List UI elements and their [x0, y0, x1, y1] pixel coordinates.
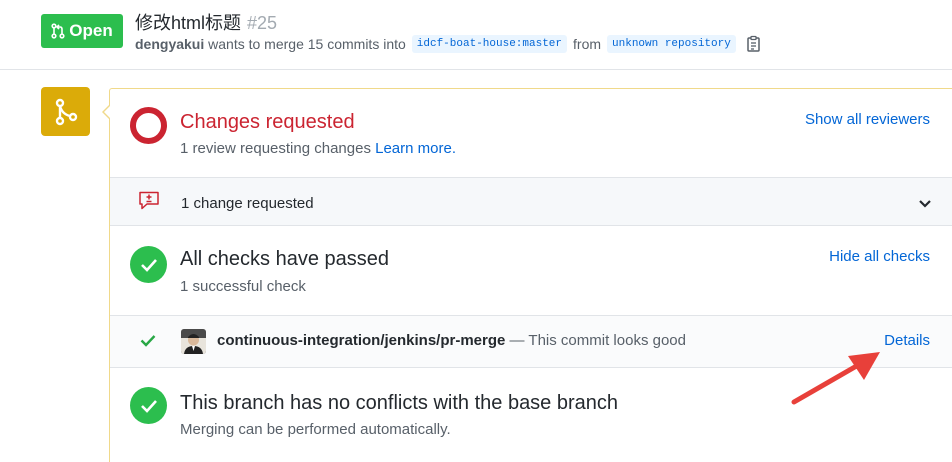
merge-status-icon — [41, 87, 90, 136]
head-branch[interactable]: unknown repository — [607, 35, 736, 53]
pr-header: Open 修改html标题 #25 dengyakui wants to merg… — [0, 0, 952, 70]
conflicts-title: This branch has no conflicts with the ba… — [180, 392, 619, 414]
annotation-arrow-icon — [791, 352, 880, 405]
from-text: from — [573, 36, 602, 52]
check-description: continuous-integration/jenkins/pr-merge … — [217, 332, 686, 349]
review-status-title: Changes requested — [180, 111, 355, 133]
pr-author-link[interactable]: dengyakui — [135, 36, 204, 52]
check-details-link[interactable]: Details — [884, 332, 930, 349]
pr-title: 修改html标题 #25 — [135, 9, 277, 35]
changes-requested-icon — [130, 107, 167, 144]
check-name: continuous-integration/jenkins/pr-merge — [217, 332, 506, 349]
show-all-reviewers-link[interactable]: Show all reviewers — [805, 111, 930, 128]
review-status-subtitle: 1 review requesting changes Learn more. — [180, 140, 456, 157]
file-diff-comment-icon — [138, 191, 160, 216]
no-conflicts-icon — [130, 387, 167, 424]
success-check-icon — [140, 334, 156, 352]
check-status-text: — This commit looks good — [509, 332, 686, 349]
checks-title: All checks have passed — [180, 248, 390, 270]
conflicts-subtitle: Merging can be performed automatically. — [180, 421, 451, 438]
checks-section: All checks have passed 1 successful chec… — [110, 226, 952, 316]
pr-title-text: 修改html标题 — [135, 13, 242, 33]
pr-state-badge: Open — [41, 14, 123, 48]
pr-meta: dengyakui wants to merge 15 commits into… — [135, 35, 762, 53]
change-requested-summary[interactable]: 1 change requested — [110, 178, 952, 226]
review-status-section: Changes requested 1 review requesting ch… — [110, 89, 952, 178]
pr-number: #25 — [247, 13, 278, 33]
check-passed-icon — [130, 246, 167, 283]
pr-state-label: Open — [69, 21, 113, 40]
jenkins-avatar — [181, 329, 206, 354]
checks-subtitle: 1 successful check — [180, 278, 306, 295]
hide-all-checks-link[interactable]: Hide all checks — [829, 248, 930, 265]
pull-request-icon — [51, 23, 65, 39]
copy-branch-icon[interactable] — [746, 35, 762, 53]
base-branch[interactable]: idcf-boat-house:master — [411, 35, 568, 53]
learn-more-link[interactable]: Learn more. — [375, 140, 456, 157]
merge-description: wants to merge 15 commits into — [208, 36, 406, 52]
chevron-down-icon[interactable] — [918, 196, 932, 214]
change-requested-count: 1 change requested — [181, 195, 314, 212]
